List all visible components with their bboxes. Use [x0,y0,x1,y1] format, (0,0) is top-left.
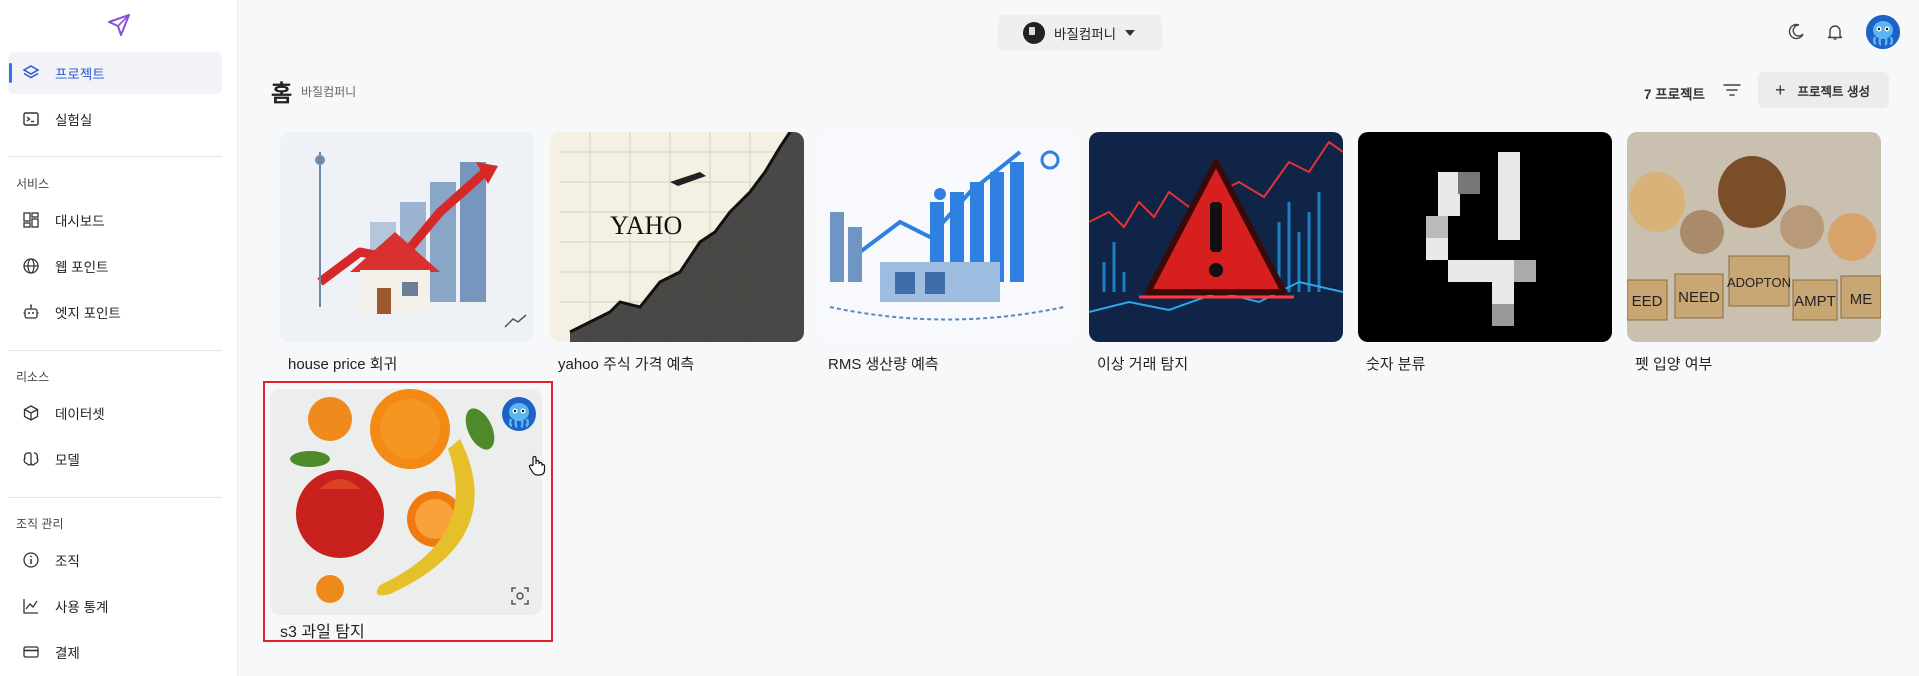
page-title: 홈 [271,80,293,106]
divider [8,350,222,351]
credit-card-icon [21,642,41,662]
sidebar-item-label: 조직 [55,554,80,569]
create-project-label: 프로젝트 생성 [1797,84,1870,99]
chart-icon [21,596,41,616]
workspace-selector[interactable]: 바질컴퍼니 [998,15,1162,51]
divider [8,497,222,498]
bell-icon[interactable] [1823,20,1847,44]
project-title: house price 회귀 [288,356,398,373]
project-card-pet[interactable]: EED NEED ADOPTON AMPT ME 펫 입양 여부 [1627,132,1881,373]
project-thumbnail [1089,132,1343,342]
project-thumbnail: EED NEED ADOPTON AMPT ME [1627,132,1881,342]
project-thumbnail: YAHO [550,132,804,342]
sidebar-item-projects[interactable]: 프로젝트 [8,52,222,94]
project-count: 7 프로젝트 [1644,87,1705,102]
cube-icon [21,403,41,423]
sidebar-item-dashboard[interactable]: 대시보드 [8,199,222,241]
dashboard-icon [21,210,41,230]
pet-sign-text: ADOPTON [1727,275,1791,290]
sidebar-item-label: 모델 [55,453,80,468]
sidebar-item-model[interactable]: 모델 [8,438,222,480]
sidebar-item-label: 데이터셋 [55,407,105,422]
logo-icon[interactable] [106,12,132,38]
project-thumbnail [280,132,534,342]
project-title: RMS 생산량 예측 [828,356,939,373]
create-project-button[interactable]: + 프로젝트 생성 [1758,72,1889,108]
sidebar-item-dataset[interactable]: 데이터셋 [8,392,222,434]
globe-icon [21,256,41,276]
yahoo-logo-text: YAHO [610,211,682,240]
terminal-icon [21,109,41,129]
project-thumbnail [820,132,1074,342]
project-card-digit[interactable]: 숫자 분류 [1358,132,1612,373]
caret-down-icon [1125,30,1136,36]
sidebar-item-payment[interactable]: 결제 [8,631,222,673]
sidebar-item-label: 엣지 포인트 [55,306,121,321]
info-icon [21,550,41,570]
project-card-yahoo[interactable]: YAHO yahoo 주식 가격 예측 [550,132,804,373]
sidebar-item-organization[interactable]: 조직 [8,539,222,581]
page-subtitle: 바질컴퍼니 [301,85,357,99]
moon-icon[interactable] [1784,20,1808,44]
selection-highlight [263,381,553,642]
filter-icon[interactable] [1721,79,1743,101]
workspace-avatar [1023,22,1045,44]
robot-icon [21,302,41,322]
sidebar-item-label: 프로젝트 [55,67,105,82]
pet-sign-text: AMPT [1794,293,1836,310]
project-title: 이상 거래 탐지 [1097,356,1189,373]
sidebar-item-edge-point[interactable]: 엣지 포인트 [8,291,222,333]
sidebar-item-label: 결제 [55,646,80,661]
project-card-rms[interactable]: RMS 생산량 예측 [820,132,1074,373]
section-title-org-management: 조직 관리 [16,517,64,531]
workspace-label: 바질컴퍼니 [1054,27,1117,42]
hand-cursor-icon [528,455,546,476]
layers-icon [21,63,41,83]
sidebar-item-label: 사용 통계 [55,600,109,615]
divider [8,156,222,157]
section-title-services: 서비스 [16,177,50,191]
sidebar-item-label: 대시보드 [55,214,105,229]
sidebar: 프로젝트 실험실 서비스 대시보드 웹 포인트 엣지 포인트 리소스 데이터셋 [0,0,238,676]
plus-icon: + [1775,80,1786,100]
project-title: 펫 입양 여부 [1635,356,1713,373]
pet-sign-text: ME [1850,291,1873,308]
section-title-resources: 리소스 [16,370,50,384]
sidebar-item-lab[interactable]: 실험실 [8,98,222,140]
project-title: 숫자 분류 [1366,356,1426,373]
pet-sign-text: EED [1632,293,1663,310]
sidebar-item-web-point[interactable]: 웹 포인트 [8,245,222,287]
sidebar-item-label: 실험실 [55,113,93,128]
pet-sign-text: NEED [1678,289,1720,306]
project-title: yahoo 주식 가격 예측 [558,356,695,373]
sidebar-item-label: 웹 포인트 [55,260,109,275]
brain-icon [21,449,41,469]
sidebar-item-usage-stats[interactable]: 사용 통계 [8,585,222,627]
project-card-house-price[interactable]: house price 회귀 [280,132,534,373]
project-card-anomaly[interactable]: 이상 거래 탐지 [1089,132,1343,373]
project-thumbnail [1358,132,1612,342]
user-avatar[interactable] [1866,15,1900,49]
